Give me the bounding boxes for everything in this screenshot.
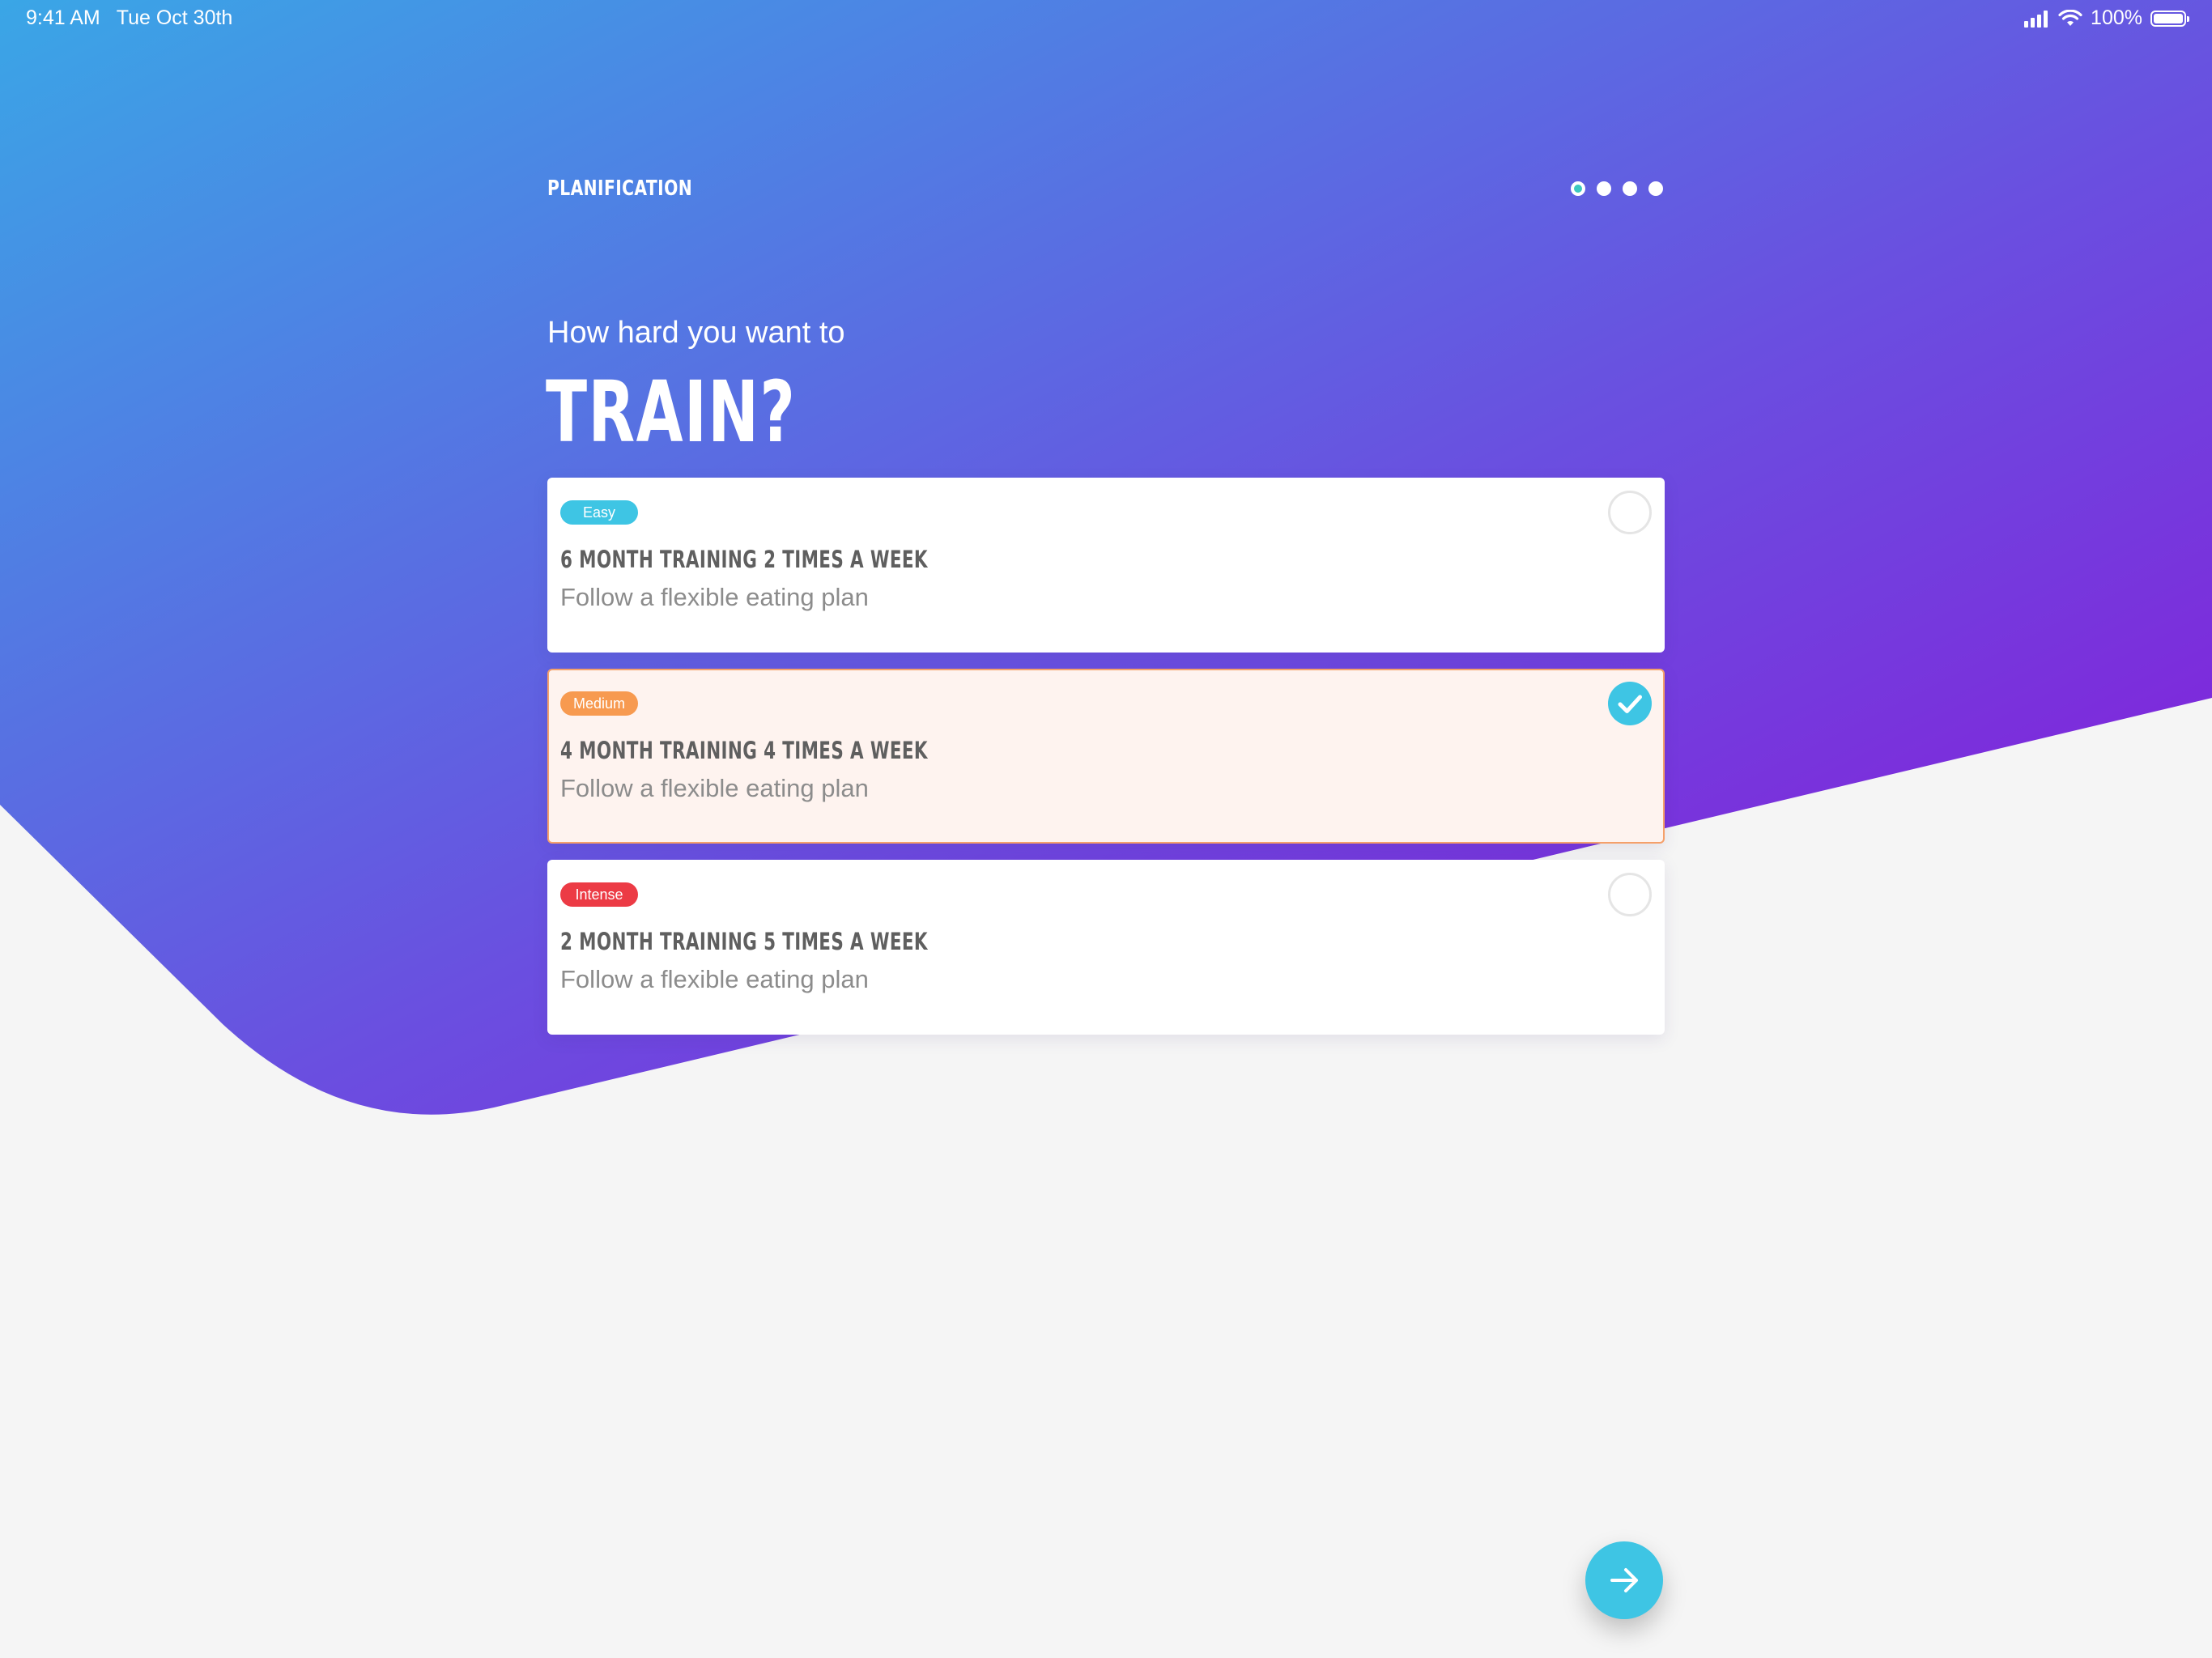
option-title: 4 MONTH TRAINING 4 TIMES A WEEK: [560, 737, 928, 764]
signal-icon: [2024, 10, 2048, 28]
question-title: TRAIN?: [546, 363, 797, 461]
question-subtitle: How hard you want to: [547, 316, 845, 350]
status-time: 9:41 AM: [26, 6, 100, 29]
training-plan-screen: 9:41 AM Tue Oct 30th 100% PLANIFICATION: [0, 0, 2212, 1658]
option-title: 2 MONTH TRAINING 5 TIMES A WEEK: [560, 928, 928, 955]
difficulty-badge: Easy: [560, 500, 638, 525]
page-dot-4: [1648, 181, 1663, 196]
option-radio[interactable]: [1608, 873, 1652, 916]
option-title: 6 MONTH TRAINING 2 TIMES A WEEK: [560, 546, 928, 573]
page-dot-3: [1623, 181, 1637, 196]
wifi-icon: [2058, 9, 2082, 26]
checkmark-icon: [1618, 695, 1642, 713]
option-subtitle: Follow a flexible eating plan: [560, 583, 869, 611]
status-bar: 9:41 AM Tue Oct 30th 100%: [0, 0, 2212, 39]
option-card-easy[interactable]: Easy 6 MONTH TRAINING 2 TIMES A WEEK Fol…: [547, 478, 1665, 653]
status-date: Tue Oct 30th: [116, 6, 233, 29]
status-right: 100%: [2024, 6, 2189, 30]
option-subtitle: Follow a flexible eating plan: [560, 774, 869, 802]
option-subtitle: Follow a flexible eating plan: [560, 965, 869, 993]
page-dot-2: [1597, 181, 1611, 196]
difficulty-badge: Intense: [560, 882, 638, 907]
next-button[interactable]: [1585, 1541, 1663, 1619]
arrow-right-icon: [1610, 1568, 1638, 1592]
option-card-medium[interactable]: Medium 4 MONTH TRAINING 4 TIMES A WEEK F…: [547, 669, 1665, 844]
page-indicator: [1571, 181, 1663, 196]
battery-percent: 100%: [2091, 6, 2142, 29]
page-dot-1: [1571, 181, 1585, 196]
option-radio[interactable]: [1608, 491, 1652, 534]
battery-icon: [2150, 10, 2189, 27]
difficulty-badge: Medium: [560, 691, 639, 716]
option-radio-checked[interactable]: [1608, 682, 1652, 725]
section-title: PLANIFICATION: [547, 176, 693, 201]
option-card-intense[interactable]: Intense 2 MONTH TRAINING 5 TIMES A WEEK …: [547, 860, 1665, 1035]
status-left: 9:41 AM Tue Oct 30th: [26, 6, 232, 30]
